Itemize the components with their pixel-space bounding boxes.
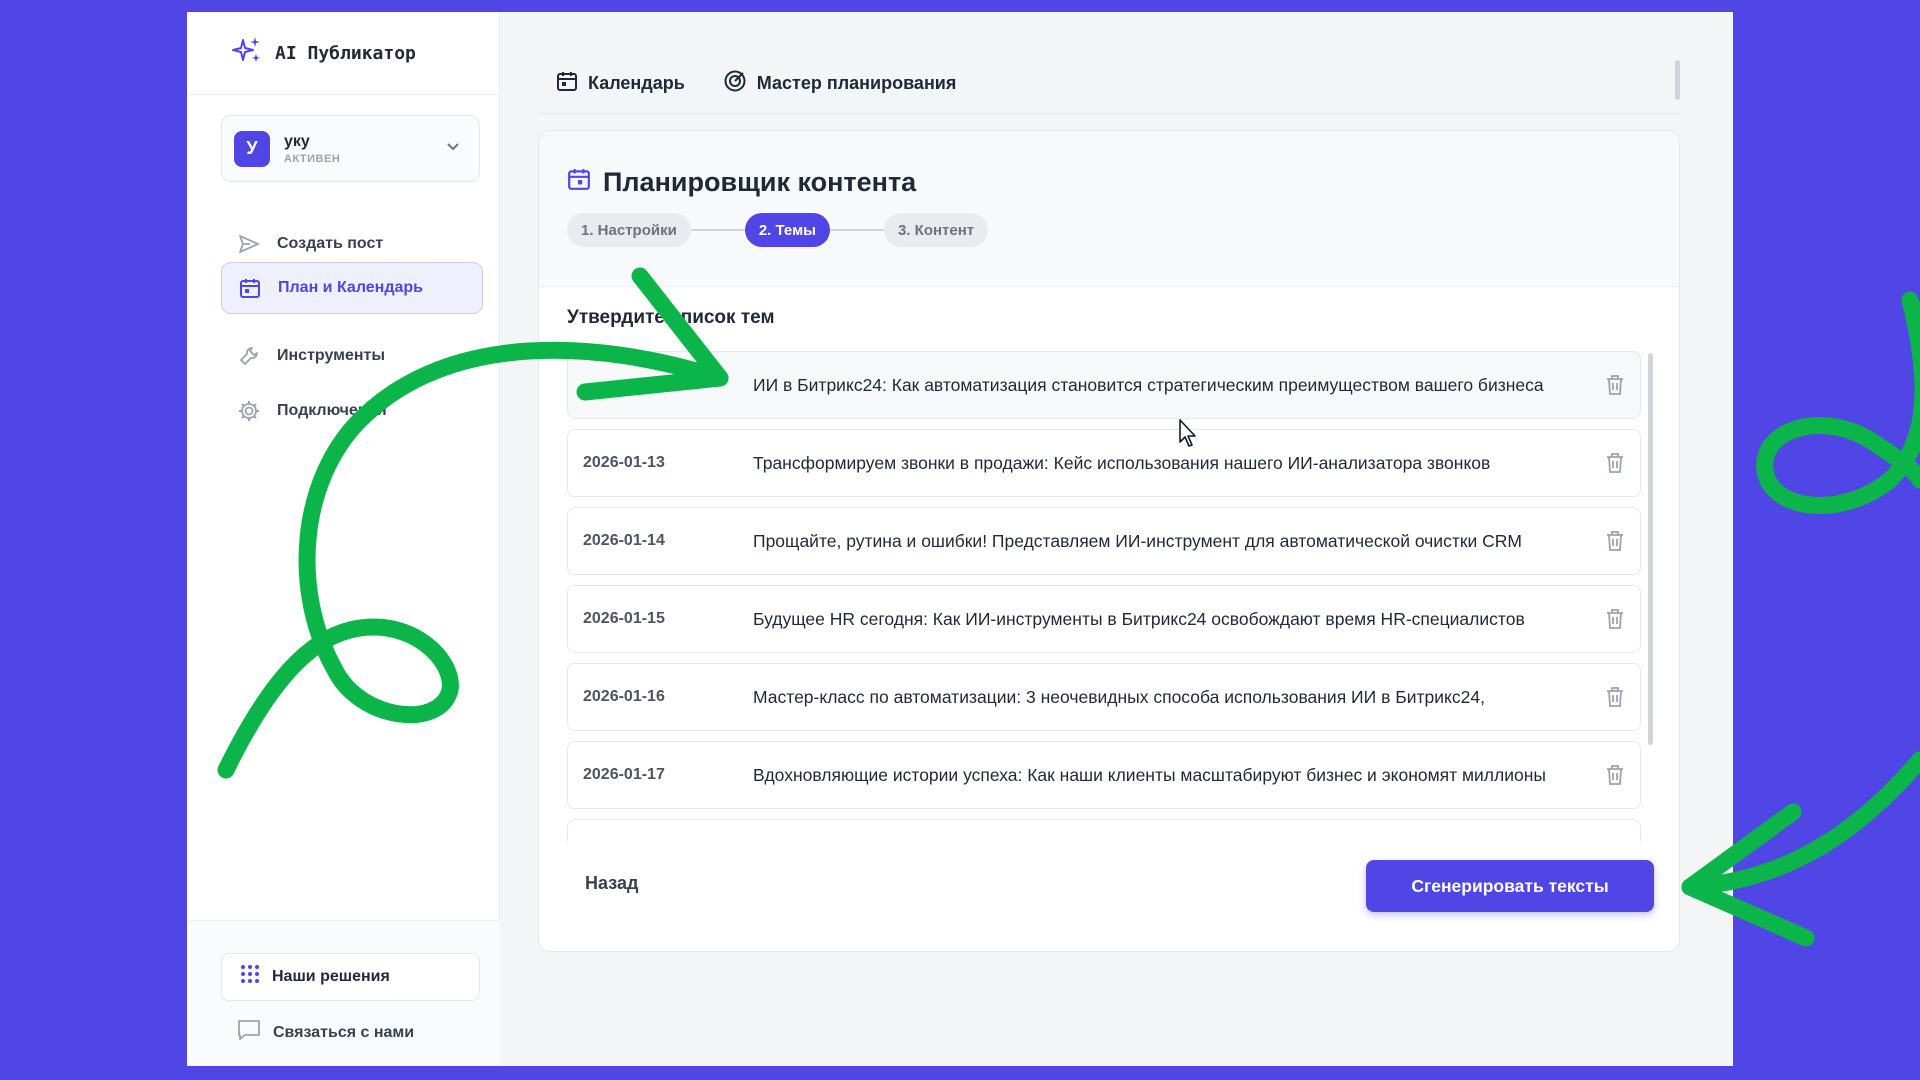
trash-icon[interactable]	[1604, 607, 1626, 631]
topic-text[interactable]: Будущее HR сегодня: Как ИИ-инструменты в…	[753, 609, 1579, 630]
tabs-scrollbar[interactable]	[1675, 60, 1680, 100]
tab-label: Мастер планирования	[756, 73, 957, 93]
topics-list-heading: Утвердите список тем	[567, 307, 775, 328]
topic-list: ИИ в Битрикс24: Как автоматизация станов…	[567, 351, 1641, 841]
topic-row[interactable]: 2026-01-17 Вдохновляющие истории успеха:…	[567, 741, 1641, 809]
step-content[interactable]: 3. Контент	[883, 213, 989, 247]
content-planner-card: Планировщик контента 1. Настройки 2. Тем…	[538, 130, 1680, 952]
list-scrollbar[interactable]	[1648, 353, 1653, 745]
tab-bar: Календарь Мастер планирования	[538, 54, 1680, 114]
calendar-icon	[556, 70, 578, 98]
sidebar-item-label: Создать пост	[277, 235, 384, 252]
grid-icon	[240, 964, 260, 990]
topic-date: 2026-01-16	[583, 688, 665, 705]
brand-name: AI Публикатор	[275, 42, 416, 64]
tab-label: Календарь	[588, 73, 685, 93]
our-solutions-button[interactable]: Наши решения	[221, 953, 480, 1001]
sidebar-item-plan-calendar[interactable]: План и Календарь	[221, 262, 483, 314]
avatar: У	[234, 130, 270, 167]
topic-text[interactable]: Трансформируем звонки в продажи: Кейс ис…	[753, 453, 1579, 474]
trash-icon[interactable]	[1604, 529, 1626, 553]
trash-icon[interactable]	[1604, 763, 1626, 787]
sidebar-item-connections[interactable]: Подключения	[221, 385, 483, 437]
topic-text[interactable]: Мастер-класс по автоматизации: 3 неочеви…	[753, 687, 1579, 708]
target-icon	[723, 69, 747, 99]
step-topics[interactable]: 2. Темы	[744, 213, 830, 247]
mouse-cursor-icon	[1179, 419, 1196, 447]
sidebar-item-label: Подключения	[277, 402, 387, 419]
topic-date: 2026-01-14	[583, 532, 665, 549]
send-icon	[237, 232, 261, 256]
sidebar-footer: Наши решения Связаться с нами	[187, 920, 500, 1066]
topic-row[interactable]: 2026-01-15 Будущее HR сегодня: Как ИИ-ин…	[567, 585, 1641, 653]
sidebar: AI Публикатор У уку АКТИВЕН Создать пост…	[187, 12, 500, 1066]
step-settings[interactable]: 1. Настройки	[567, 213, 691, 247]
topic-text[interactable]: Прощайте, рутина и ошибки! Представляем …	[753, 531, 1579, 552]
back-button[interactable]: Назад	[585, 873, 638, 894]
sparkles-icon	[231, 34, 263, 73]
generate-texts-button[interactable]: Сгенерировать тексты	[1366, 860, 1654, 912]
page-title: Планировщик контента	[567, 167, 916, 198]
topic-row[interactable]: 2026-01-13 Трансформируем звонки в прода…	[567, 429, 1641, 497]
trash-icon[interactable]	[1604, 451, 1626, 475]
topic-date: 2026-01-15	[583, 610, 665, 627]
trash-icon[interactable]	[1604, 685, 1626, 709]
card-header: Планировщик контента 1. Настройки 2. Тем…	[539, 131, 1679, 287]
chat-icon	[237, 1019, 261, 1047]
brand: AI Публикатор	[187, 12, 500, 95]
chevron-down-icon	[445, 138, 461, 159]
calendar-icon	[238, 276, 262, 300]
topic-row[interactable]: 2026-01-16 Мастер-класс по автоматизации…	[567, 663, 1641, 731]
tab-planning-wizard[interactable]: Мастер планирования	[723, 69, 957, 99]
contact-us-label: Связаться с нами	[273, 1024, 415, 1041]
main-content: Календарь Мастер планирования Планировщи…	[500, 12, 1733, 1066]
workspace-switcher[interactable]: У уку АКТИВЕН	[221, 115, 480, 182]
curly-arrow-right-top	[1756, 291, 1920, 514]
our-solutions-label: Наши решения	[272, 968, 390, 985]
workspace-name: уку	[284, 132, 310, 150]
topic-text[interactable]: ИИ в Битрикс24: Как автоматизация станов…	[753, 375, 1579, 396]
topic-date: 2026-01-13	[583, 454, 665, 471]
app-window: AI Публикатор У уку АКТИВЕН Создать пост…	[187, 12, 1733, 1066]
planner-title: Планировщик контента	[603, 167, 917, 197]
sidebar-item-label: План и Календарь	[278, 279, 423, 296]
wrench-icon	[237, 344, 261, 368]
step-connector	[829, 229, 884, 231]
topic-row[interactable]	[567, 819, 1641, 841]
workspace-status: АКТИВЕН	[284, 152, 341, 165]
stepper: 1. Настройки 2. Темы 3. Контент	[567, 213, 989, 247]
sidebar-item-label: Инструменты	[277, 347, 386, 364]
sidebar-item-tools[interactable]: Инструменты	[221, 330, 483, 382]
topic-text[interactable]: Вдохновляющие истории успеха: Как наши к…	[753, 765, 1579, 786]
step-connector	[690, 229, 745, 231]
calendar-icon	[567, 167, 591, 198]
topic-row[interactable]: 2026-01-14 Прощайте, рутина и ошибки! Пр…	[567, 507, 1641, 575]
topic-row[interactable]: ИИ в Битрикс24: Как автоматизация станов…	[567, 351, 1641, 419]
trash-icon[interactable]	[1604, 373, 1626, 397]
contact-us-link[interactable]: Связаться с нами	[221, 1013, 414, 1053]
tab-calendar[interactable]: Календарь	[556, 70, 685, 98]
gear-icon	[237, 399, 261, 423]
topic-date: 2026-01-17	[583, 766, 665, 783]
